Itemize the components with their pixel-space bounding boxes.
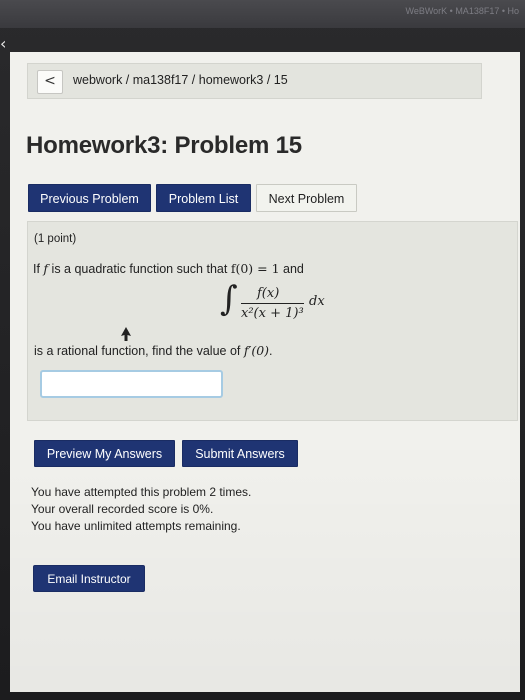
page-title: Homework3: Problem 15 — [26, 132, 302, 159]
breadcrumb: < webwork / ma138f17 / homework3 / 15 — [27, 63, 482, 99]
chevron-left-icon[interactable]: ‹ — [0, 34, 6, 53]
integral-numerator: f(x) — [257, 286, 280, 301]
score-text: Your overall recorded score is 0%. — [31, 502, 214, 516]
topbar-text: WeBWorK • MA138F17 • Ho — [405, 6, 519, 16]
back-button[interactable]: < — [37, 70, 63, 94]
remaining-attempts-text: You have unlimited attempts remaining. — [31, 519, 241, 533]
next-problem-button[interactable]: Next Problem — [256, 184, 357, 212]
problem-points: (1 point) — [34, 233, 77, 245]
integral-denominator: x²(x + 1)³ — [241, 306, 304, 321]
mouse-cursor-icon — [121, 327, 131, 341]
integral-expression: ∫ f(x) x²(x + 1)³ dx — [205, 279, 335, 331]
problem-statement-line2: is a rational function, find the value o… — [34, 343, 273, 358]
attempt-status: You have attempted this problem 2 times.… — [31, 484, 251, 535]
breadcrumb-path: webwork / ma138f17 / homework3 / 15 — [73, 73, 288, 87]
previous-problem-button[interactable]: Previous Problem — [28, 184, 151, 212]
email-instructor-button[interactable]: Email Instructor — [33, 565, 145, 592]
chevron-left-icon: < — [44, 73, 56, 89]
integral-sign: ∫ — [220, 279, 238, 319]
answer-input[interactable] — [40, 370, 223, 398]
problem-statement-line1: If f is a quadratic function such that f… — [33, 261, 304, 276]
submit-answers-button[interactable]: Submit Answers — [182, 440, 298, 467]
integral-dx: dx — [309, 294, 325, 309]
attempts-text: You have attempted this problem 2 times. — [31, 485, 252, 499]
problem-list-button[interactable]: Problem List — [156, 184, 251, 212]
fraction-bar — [241, 303, 304, 304]
browser-top-bar: WeBWorK • MA138F17 • Ho — [0, 0, 525, 28]
preview-answers-button[interactable]: Preview My Answers — [34, 440, 175, 467]
